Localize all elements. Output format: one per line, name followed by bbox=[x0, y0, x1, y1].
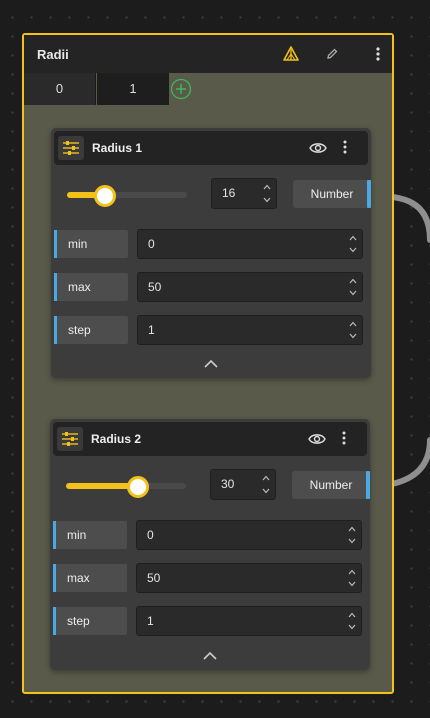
value-stepper bbox=[346, 232, 360, 256]
output-port[interactable] bbox=[367, 180, 371, 208]
warning-icon[interactable] bbox=[281, 44, 301, 64]
node-title: Radius 2 bbox=[91, 432, 142, 446]
value-slider[interactable] bbox=[67, 183, 187, 207]
output-port[interactable] bbox=[366, 471, 370, 499]
sliders-icon bbox=[58, 136, 84, 160]
slider-thumb[interactable] bbox=[127, 476, 149, 498]
collapse-chevron-up-icon[interactable] bbox=[201, 357, 221, 371]
field-label: max bbox=[53, 564, 127, 592]
slider-thumb[interactable] bbox=[94, 185, 117, 207]
value-stepper bbox=[345, 523, 359, 547]
field-value: 50 bbox=[148, 280, 162, 294]
output-number-button[interactable]: Number bbox=[292, 471, 370, 499]
chevron-down-icon[interactable] bbox=[260, 194, 274, 207]
tab-0[interactable]: 0 bbox=[24, 73, 96, 105]
field-value: 0 bbox=[148, 237, 155, 251]
min-input[interactable]: 0 bbox=[136, 520, 362, 550]
group-header[interactable]: Radii bbox=[24, 35, 392, 73]
value-stepper bbox=[260, 181, 274, 206]
chevron-down-icon[interactable] bbox=[259, 485, 273, 498]
sliders-icon bbox=[57, 427, 83, 451]
tab-1[interactable]: 1 bbox=[97, 73, 169, 105]
value-slider[interactable] bbox=[66, 474, 186, 498]
chevron-up-icon[interactable] bbox=[346, 275, 360, 287]
value-stepper bbox=[345, 609, 359, 633]
field-label: min bbox=[53, 521, 127, 549]
step-input[interactable]: 1 bbox=[136, 606, 362, 636]
value-stepper bbox=[346, 318, 360, 342]
chevron-up-icon[interactable] bbox=[346, 318, 360, 330]
output-number-button[interactable]: Number bbox=[293, 180, 371, 208]
chevron-up-icon[interactable] bbox=[260, 181, 274, 194]
field-label: max bbox=[54, 273, 128, 301]
value-stepper bbox=[346, 275, 360, 299]
chevron-down-icon[interactable] bbox=[345, 578, 359, 590]
more-vertical-icon[interactable] bbox=[341, 430, 353, 448]
collapse-chevron-up-icon[interactable] bbox=[200, 649, 220, 663]
chevron-up-icon[interactable] bbox=[345, 609, 359, 621]
value-stepper bbox=[259, 472, 273, 497]
chevron-down-icon[interactable] bbox=[345, 535, 359, 547]
eye-icon[interactable] bbox=[307, 430, 327, 448]
chevron-up-icon[interactable] bbox=[345, 523, 359, 535]
field-value: 0 bbox=[147, 528, 154, 542]
more-vertical-icon[interactable] bbox=[342, 139, 354, 157]
group-frame[interactable]: Radii 0 1 Radius 1 16 Number min 0 max 5… bbox=[22, 33, 394, 694]
field-label: step bbox=[53, 607, 127, 635]
field-value: 50 bbox=[147, 571, 161, 585]
chevron-up-icon[interactable] bbox=[346, 232, 360, 244]
group-tabs: 0 1 bbox=[24, 73, 392, 105]
add-tab-icon[interactable] bbox=[170, 78, 192, 100]
node-radius-2[interactable]: Radius 2 30 Number min 0 max 50 step 1 bbox=[50, 419, 370, 670]
value-text: 16 bbox=[222, 186, 236, 200]
field-value: 1 bbox=[147, 614, 154, 628]
value-input[interactable]: 16 bbox=[211, 178, 277, 209]
pencil-icon[interactable] bbox=[322, 44, 342, 64]
max-input[interactable]: 50 bbox=[136, 563, 362, 593]
value-text: 30 bbox=[221, 477, 235, 491]
field-label: step bbox=[54, 316, 128, 344]
node-radius-1[interactable]: Radius 1 16 Number min 0 max 50 step 1 bbox=[51, 128, 371, 378]
step-input[interactable]: 1 bbox=[137, 315, 363, 345]
chevron-down-icon[interactable] bbox=[346, 244, 360, 256]
node-header[interactable]: Radius 1 bbox=[54, 131, 368, 165]
chevron-down-icon[interactable] bbox=[346, 330, 360, 342]
node-header[interactable]: Radius 2 bbox=[53, 422, 367, 456]
max-input[interactable]: 50 bbox=[137, 272, 363, 302]
more-vertical-icon[interactable] bbox=[368, 44, 388, 64]
chevron-down-icon[interactable] bbox=[345, 621, 359, 633]
field-label: min bbox=[54, 230, 128, 258]
chevron-up-icon[interactable] bbox=[345, 566, 359, 578]
value-stepper bbox=[345, 566, 359, 590]
chevron-up-icon[interactable] bbox=[259, 472, 273, 485]
eye-icon[interactable] bbox=[308, 139, 328, 157]
group-title: Radii bbox=[37, 47, 69, 62]
chevron-down-icon[interactable] bbox=[346, 287, 360, 299]
min-input[interactable]: 0 bbox=[137, 229, 363, 259]
value-input[interactable]: 30 bbox=[210, 469, 276, 500]
field-value: 1 bbox=[148, 323, 155, 337]
node-title: Radius 1 bbox=[92, 141, 143, 155]
